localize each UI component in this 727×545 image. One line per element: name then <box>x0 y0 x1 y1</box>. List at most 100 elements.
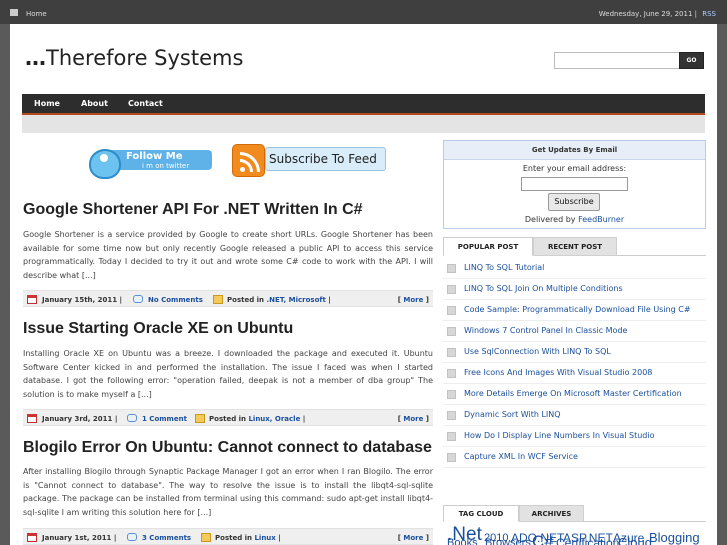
list-item[interactable]: Windows 7 Control Panel In Classic Mode <box>443 321 706 342</box>
post-title[interactable]: Blogilo Error On Ubuntu: Cannot connect … <box>23 439 432 457</box>
popular-post-link[interactable]: More Details Emerge On Microsoft Master … <box>464 389 682 398</box>
post-excerpt: After installing Blogilo through Synapti… <box>23 467 433 517</box>
twitter-subtext: i m on twitter <box>142 162 190 170</box>
twitter-follow-banner[interactable]: Follow Me i m on twitter <box>64 144 214 184</box>
posted-in: Posted in Linux | <box>215 534 281 542</box>
tag-link[interactable]: Browsers <box>485 537 531 545</box>
nav-item-home[interactable]: Home <box>34 99 60 108</box>
tag-link[interactable]: C# <box>532 534 554 545</box>
bullet-icon <box>447 369 456 378</box>
more-link[interactable]: [ More ] <box>398 534 429 542</box>
list-item[interactable]: Dynamic Sort With LINQ <box>443 405 706 426</box>
tag-link[interactable]: Certification <box>556 536 619 545</box>
comment-icon <box>127 533 137 541</box>
twitter-follow-text: Follow Me <box>126 151 183 162</box>
nav-item-contact[interactable]: Contact <box>128 99 163 108</box>
comment-icon <box>127 414 137 422</box>
bullet-icon <box>447 285 456 294</box>
popular-post-link[interactable]: Code Sample: Programmatically Download F… <box>464 305 691 314</box>
tab-archives[interactable]: ARCHIVES <box>519 505 584 522</box>
tag-link[interactable]: Books <box>447 537 478 545</box>
more-link[interactable]: [ More ] <box>398 296 429 304</box>
folder-icon <box>213 295 223 304</box>
post-date: January 1st, 2011 | <box>42 534 117 542</box>
posted-in-label: Posted in <box>209 415 247 423</box>
delivered-prefix: Delivered by <box>524 215 576 224</box>
post-title[interactable]: Issue Starting Oracle XE on Ubuntu <box>23 320 293 338</box>
top-rss-link[interactable]: RSS <box>702 10 716 18</box>
more-label[interactable]: More <box>403 415 423 423</box>
more-bracket-close: ] <box>423 534 429 542</box>
tag-link[interactable]: Cloud <box>618 535 652 545</box>
tab-recent-post[interactable]: RECENT POST <box>533 237 617 256</box>
post-title[interactable]: Google Shortener API For .NET Written In… <box>23 201 363 219</box>
popular-post-link[interactable]: How Do I Display Line Numbers In Visual … <box>464 431 654 440</box>
list-item[interactable]: Code Sample: Programmatically Download F… <box>443 300 706 321</box>
main-nav: Home About Contact <box>22 94 705 115</box>
email-field[interactable] <box>521 177 628 191</box>
comments-link[interactable]: 1 Comment <box>142 415 187 423</box>
list-item[interactable]: How Do I Display Line Numbers In Visual … <box>443 426 706 447</box>
list-item[interactable]: Free Icons And Images With Visual Studio… <box>443 363 706 384</box>
popular-post-link[interactable]: Windows 7 Control Panel In Classic Mode <box>464 326 627 335</box>
feedburner-link[interactable]: FeedBurner <box>578 215 624 224</box>
posted-in-sep: | <box>328 296 331 304</box>
comments-link[interactable]: 3 Comments <box>142 534 191 542</box>
more-label[interactable]: More <box>403 296 423 304</box>
category-links[interactable]: Linux, Oracle <box>248 415 300 423</box>
calendar-icon <box>27 414 37 423</box>
bullet-icon <box>447 327 456 336</box>
home-icon[interactable] <box>10 9 18 16</box>
list-item[interactable]: LINQ To SQL Tutorial <box>443 258 706 279</box>
delivered-by: Delivered by FeedBurner <box>444 215 705 224</box>
post-meta-bar: January 3rd, 2011 | 1 Comment Posted in … <box>23 409 433 426</box>
list-item[interactable]: Use SqlConnection With LINQ To SQL <box>443 342 706 363</box>
tab-popular-post[interactable]: POPULAR POST <box>443 237 533 256</box>
rss-feed-icon <box>232 144 265 177</box>
list-item[interactable]: More Details Emerge On Microsoft Master … <box>443 384 706 405</box>
popular-post-link[interactable]: LINQ To SQL Join On Multiple Conditions <box>464 284 623 293</box>
post-meta-bar: January 15th, 2011 | No Comments Posted … <box>23 290 433 307</box>
subscribe-feed-banner[interactable]: Subscribe To Feed <box>232 144 390 178</box>
top-bar: Home Wednesday, June 29, 2011 | RSS <box>0 0 727 24</box>
more-link[interactable]: [ More ] <box>398 415 429 423</box>
folder-icon <box>195 414 205 423</box>
posted-in: Posted in Linux, Oracle | <box>209 415 305 423</box>
more-bracket-close: ] <box>423 415 429 423</box>
list-item[interactable]: Capture XML In WCF Service <box>443 447 706 468</box>
top-home-link[interactable]: Home <box>26 10 47 18</box>
list-item[interactable]: LINQ To SQL Join On Multiple Conditions <box>443 279 706 300</box>
post-date: January 3rd, 2011 | <box>42 415 118 423</box>
updates-heading: Get Updates By Email <box>444 141 705 160</box>
popular-post-link[interactable]: Free Icons And Images With Visual Studio… <box>464 368 652 377</box>
search-go-button[interactable]: GO <box>679 52 704 69</box>
tab-tag-cloud[interactable]: TAG CLOUD <box>443 505 519 522</box>
twitter-bird-eye <box>100 154 108 162</box>
email-label: Enter your email address: <box>522 164 627 173</box>
comment-icon <box>133 295 143 303</box>
bullet-icon <box>447 348 456 357</box>
post-excerpt: Google Shortener is a service provided b… <box>23 230 433 280</box>
email-updates-box: Get Updates By Email Enter your email ad… <box>443 140 706 229</box>
posted-in-label: Posted in <box>227 296 265 304</box>
popular-post-link[interactable]: Capture XML In WCF Service <box>464 452 578 461</box>
posted-in-sep: | <box>278 534 281 542</box>
posted-in-sep: | <box>302 415 306 423</box>
popular-post-link[interactable]: Dynamic Sort With LINQ <box>464 410 561 419</box>
post-date: January 15th, 2011 | <box>42 296 123 304</box>
current-date: Wednesday, June 29, 2011 | <box>598 10 697 18</box>
search-input[interactable] <box>554 52 680 69</box>
category-links[interactable]: .NET, Microsoft <box>266 296 325 304</box>
nav-item-about[interactable]: About <box>81 99 108 108</box>
popular-post-link[interactable]: Use SqlConnection With LINQ To SQL <box>464 347 611 356</box>
site-logo[interactable]: …Therefore Systems <box>25 46 243 70</box>
more-label[interactable]: More <box>403 534 423 542</box>
bullet-icon <box>447 306 456 315</box>
sub-nav-bar <box>22 115 705 133</box>
category-links[interactable]: Linux <box>254 534 275 542</box>
popular-post-link[interactable]: LINQ To SQL Tutorial <box>464 263 544 272</box>
more-bracket-close: ] <box>423 296 429 304</box>
subscribe-button[interactable]: Subscribe <box>548 193 600 211</box>
comments-link[interactable]: No Comments <box>148 296 203 304</box>
post-tabs: POPULAR POST RECENT POST <box>443 237 706 256</box>
